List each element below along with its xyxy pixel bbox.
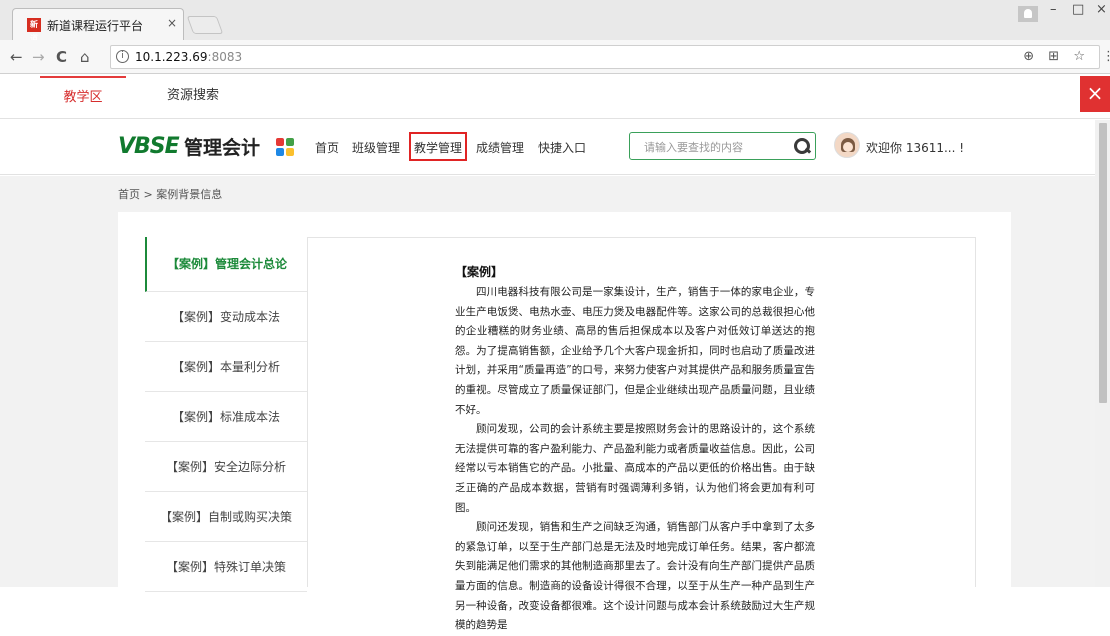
reload-icon[interactable]: C (56, 48, 67, 66)
close-icon[interactable]: × (1080, 76, 1110, 112)
site-info-icon[interactable]: i (116, 50, 129, 63)
welcome-text: 欢迎你 13611... ! (866, 141, 965, 155)
address-bar[interactable]: i 10.1.223.69:8083 ⊕ ⊞ ☆ (110, 45, 1100, 69)
sidebar-item-special-order[interactable]: 【案例】特殊订单决策 (145, 542, 307, 592)
case-sidebar: 【案例】管理会计总论 【案例】变动成本法 【案例】本量利分析 【案例】标准成本法… (145, 237, 307, 592)
vbse-logo: VBSE (118, 134, 180, 159)
translate-icon[interactable]: ⊞ (1048, 49, 1059, 64)
minimize-window-button[interactable]: – (1050, 2, 1057, 17)
menu-class-management[interactable]: 班级管理 (352, 139, 400, 156)
app-top-nav: 教学区 资源搜索 (0, 76, 1110, 119)
case-body: 四川电器科技有限公司是一家集设计，生产，销售于一体的家电企业，专业生产电饭煲、电… (455, 283, 815, 636)
browser-menu-icon[interactable]: ⋮ (1102, 49, 1110, 64)
sidebar-item-cvp-analysis[interactable]: 【案例】本量利分析 (145, 342, 307, 392)
maximize-window-button[interactable]: □ (1072, 2, 1084, 17)
sidebar-item-overview[interactable]: 【案例】管理会计总论 (145, 237, 307, 292)
product-name: 管理会计 (184, 137, 261, 159)
breadcrumb: 首页 > 案例背景信息 (118, 188, 223, 201)
search-box[interactable]: 请输入要查找的内容 (629, 132, 816, 160)
nav-resource-search[interactable]: 资源搜索 (150, 76, 236, 118)
menu-grade-management[interactable]: 成绩管理 (476, 139, 524, 156)
menu-teaching-management[interactable]: 教学管理 (414, 139, 462, 156)
tab-close-icon[interactable]: × (167, 16, 177, 30)
app-grid-icon[interactable] (276, 138, 294, 156)
close-window-button[interactable]: × (1096, 2, 1107, 17)
back-icon[interactable]: ← (10, 48, 23, 66)
case-paragraph: 顾问还发现，销售和生产之间缺乏沟通，销售部门从客户手中拿到了太多的紧急订单，以至… (455, 521, 815, 632)
menu-home[interactable]: 首页 (315, 139, 339, 156)
case-paragraph: 四川电器科技有限公司是一家集设计，生产，销售于一体的家电企业，专业生产电饭煲、电… (455, 286, 815, 416)
scrollbar-thumb[interactable] (1099, 123, 1107, 403)
nav-teaching-area[interactable]: 教学区 (40, 76, 126, 118)
case-title: 【案例】 (455, 265, 504, 279)
forward-icon[interactable]: → (32, 48, 45, 66)
site-header: VBSE 管理会计 首页 班级管理 教学管理 成绩管理 快捷入口 请输入要查找的… (0, 120, 1095, 175)
site-favicon-icon: 新道 (27, 18, 41, 43)
new-tab-button[interactable] (186, 16, 224, 34)
search-input[interactable]: 请输入要查找的内容 (644, 139, 743, 155)
browser-toolbar: ← → C ⌂ i 10.1.223.69:8083 ⊕ ⊞ ☆ ⋮ (0, 40, 1110, 74)
sidebar-item-make-or-buy[interactable]: 【案例】自制或购买决策 (145, 492, 307, 542)
home-icon[interactable]: ⌂ (80, 48, 90, 66)
browser-tab[interactable]: 新道 新道课程运行平台 × (12, 8, 184, 43)
menu-quick-entry[interactable]: 快捷入口 (538, 139, 586, 156)
search-icon[interactable] (794, 138, 810, 154)
avatar[interactable] (834, 132, 860, 158)
sidebar-item-standard-costing[interactable]: 【案例】标准成本法 (145, 392, 307, 442)
tab-title: 新道课程运行平台 (47, 19, 144, 33)
profile-icon[interactable] (1018, 6, 1038, 22)
case-paragraph: 顾问发现，公司的会计系统主要是按照财务会计的思路设计的，这个系统无法提供可靠的客… (455, 423, 815, 514)
url-text: 10.1.223.69:8083 (135, 50, 243, 64)
bookmark-star-icon[interactable]: ☆ (1073, 49, 1085, 64)
zoom-icon[interactable]: ⊕ (1023, 49, 1034, 64)
sidebar-item-safety-margin[interactable]: 【案例】安全边际分析 (145, 442, 307, 492)
browser-tabstrip: 新道 新道课程运行平台 × – □ × (0, 0, 1110, 43)
sidebar-item-variable-costing[interactable]: 【案例】变动成本法 (145, 292, 307, 342)
